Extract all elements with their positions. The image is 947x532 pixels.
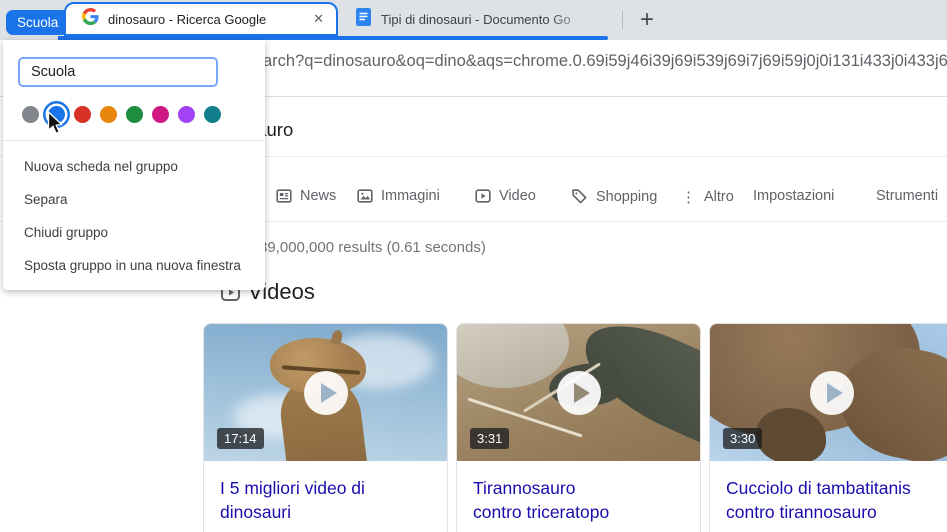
- nav-news[interactable]: News: [276, 188, 336, 204]
- menu-item-new-tab-in-group[interactable]: Nuova scheda nel gruppo: [3, 150, 265, 183]
- tab-group-badge[interactable]: Scuola: [6, 10, 70, 35]
- nav-label: Strumenti: [876, 188, 939, 204]
- tab-title: Tipi di dinosauri - Documento Go: [381, 11, 571, 27]
- video-duration-badge: 3:31: [470, 428, 510, 449]
- color-swatch-green[interactable]: [126, 106, 143, 123]
- tab-close-icon[interactable]: ✕: [310, 11, 327, 27]
- video-duration-badge: 17:14: [217, 428, 264, 449]
- play-button-icon[interactable]: [556, 370, 601, 415]
- tab-active[interactable]: dinosauro - Ricerca Google ✕: [64, 2, 338, 36]
- address-bar[interactable]: arch?q=dinosauro&oq=dino&aqs=chrome.0.69…: [263, 52, 947, 71]
- nav-label: News: [300, 188, 337, 204]
- google-favicon-icon: [82, 8, 99, 30]
- tab-separator: [622, 11, 623, 29]
- nav-settings[interactable]: Impostazioni: [753, 188, 834, 204]
- video-card[interactable]: 3:30 Cucciolo di tambatitanis contro tir…: [709, 323, 947, 532]
- nav-tools[interactable]: Strumenti: [876, 188, 938, 204]
- nav-label: Altro: [704, 189, 734, 205]
- video-icon: [475, 188, 491, 204]
- mouse-cursor: [47, 111, 65, 140]
- video-thumbnail[interactable]: 3:30: [710, 324, 947, 461]
- menu-divider: [3, 140, 265, 141]
- new-tab-button[interactable]: +: [633, 6, 661, 34]
- color-swatch-pink[interactable]: [152, 106, 169, 123]
- menu-item-close-group[interactable]: Chiudi gruppo: [3, 216, 265, 249]
- menu-item-ungroup[interactable]: Separa: [3, 183, 265, 216]
- nav-label: Shopping: [596, 188, 658, 205]
- images-icon: [357, 188, 373, 204]
- video-card[interactable]: 3:31 Tirannosauro contro triceratopo: [456, 323, 701, 532]
- nav-label: Video: [499, 188, 536, 204]
- video-title-link[interactable]: Tirannosauro contro triceratopo: [473, 476, 628, 524]
- nav-shopping[interactable]: Shopping: [571, 188, 657, 205]
- more-dots-icon: ⋮: [681, 189, 696, 206]
- color-swatch-teal[interactable]: [204, 106, 221, 123]
- color-swatch-grey[interactable]: [22, 106, 39, 123]
- nav-video[interactable]: Video: [475, 188, 536, 204]
- tab-strip: Scuola dinosauro - Ricerca Google ✕ Tipi…: [0, 0, 947, 40]
- browser-window: Scuola dinosauro - Ricerca Google ✕ Tipi…: [0, 0, 947, 532]
- tab-title-fade: [548, 6, 610, 34]
- color-swatch-red[interactable]: [74, 106, 91, 123]
- video-thumbnail[interactable]: 3:31: [457, 324, 700, 461]
- google-docs-icon: [356, 7, 371, 31]
- video-title-link[interactable]: Cucciolo di tambatitanis contro tirannos…: [726, 476, 937, 524]
- video-title-link[interactable]: I 5 migliori video di dinosauri: [220, 476, 375, 524]
- tab-group-menu: Nuova scheda nel gruppo Separa Chiudi gr…: [3, 40, 265, 290]
- nav-label: Immagini: [381, 188, 440, 204]
- menu-item-move-group-to-new-window[interactable]: Sposta gruppo in una nuova finestra: [3, 249, 265, 282]
- nav-label: Impostazioni: [753, 188, 835, 204]
- tab-title: dinosauro - Ricerca Google: [108, 11, 267, 27]
- video-card[interactable]: 17:14 I 5 migliori video di dinosauri: [203, 323, 448, 532]
- play-button-icon[interactable]: [809, 370, 854, 415]
- news-icon: [276, 188, 292, 204]
- play-button-icon[interactable]: [303, 370, 348, 415]
- video-thumbnail[interactable]: 17:14: [204, 324, 447, 461]
- video-duration-badge: 3:30: [723, 428, 763, 449]
- color-swatch-orange[interactable]: [100, 106, 117, 123]
- group-name-input[interactable]: [18, 57, 218, 87]
- results-stats: 39,000,000 results (0.61 seconds): [259, 239, 486, 256]
- nav-images[interactable]: Immagini: [357, 188, 440, 204]
- nav-more[interactable]: ⋮ Altro: [681, 188, 734, 206]
- shopping-tag-icon: [571, 188, 588, 205]
- color-swatch-purple[interactable]: [178, 106, 195, 123]
